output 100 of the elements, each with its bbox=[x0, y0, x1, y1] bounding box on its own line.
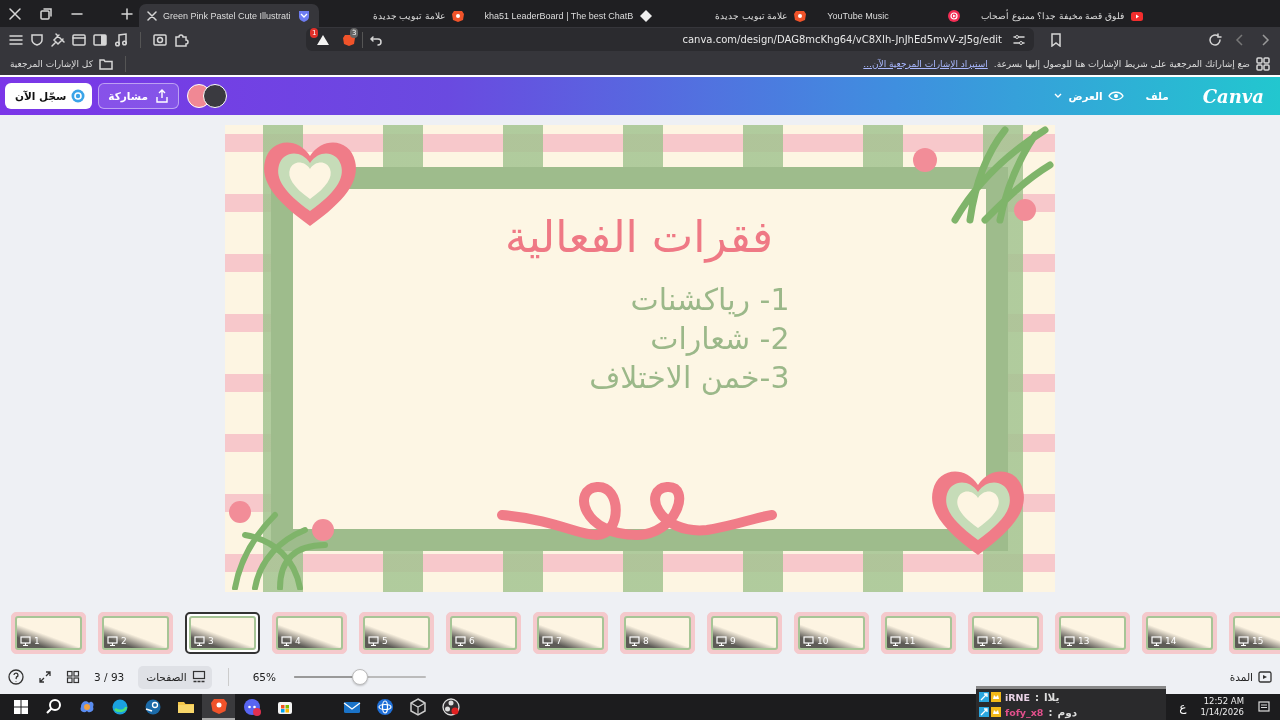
presentation-icon bbox=[1238, 636, 1249, 646]
share-button[interactable]: مشاركة bbox=[98, 83, 179, 109]
chat-username: iRNE bbox=[1005, 691, 1030, 703]
fullscreen-icon[interactable] bbox=[38, 670, 52, 684]
presentation-icon bbox=[455, 636, 466, 646]
folder-icon[interactable] bbox=[98, 57, 113, 70]
signup-button[interactable]: سجّل الآن bbox=[5, 83, 93, 109]
view-menu[interactable]: العرض bbox=[1045, 90, 1132, 102]
presentation-icon bbox=[1064, 636, 1075, 646]
presentation-icon bbox=[107, 636, 118, 646]
slide-list-item: 1- رياكشنات bbox=[630, 282, 790, 317]
reload-icon[interactable] bbox=[1208, 32, 1222, 47]
page-thumbnail[interactable]: 10 bbox=[794, 612, 869, 654]
page-number: 4 bbox=[295, 636, 301, 646]
apps-grid-icon[interactable] bbox=[1256, 56, 1270, 71]
page-number: 3 bbox=[208, 636, 214, 646]
page-number: 13 bbox=[1078, 636, 1090, 646]
page-number: 6 bbox=[469, 636, 475, 646]
page-thumbnail[interactable]: 12 bbox=[968, 612, 1043, 654]
shield-icon[interactable] bbox=[29, 31, 45, 48]
bookmark-icon[interactable] bbox=[1049, 32, 1063, 47]
atom-icon[interactable] bbox=[374, 697, 395, 717]
browser-tab[interactable]: kha51 LeaderBoard | The best ChatB bbox=[476, 4, 662, 27]
chat-separator: : bbox=[1048, 706, 1053, 718]
c-logo-icon bbox=[71, 89, 86, 103]
restore-icon[interactable] bbox=[39, 6, 53, 21]
address-bar[interactable]: canva.com/design/DAG8mcKhg64/vC8XIh-JnJhEd5mvV-zJ5g/edit bbox=[369, 28, 1034, 51]
page-number: 7 bbox=[556, 636, 562, 646]
chat-message: دوم bbox=[1057, 706, 1078, 718]
close-icon[interactable] bbox=[147, 10, 157, 21]
notification-icon[interactable] bbox=[1257, 700, 1271, 714]
music-note-icon[interactable] bbox=[113, 31, 129, 48]
new-tab-icon[interactable] bbox=[121, 7, 133, 20]
page-number: 10 bbox=[817, 636, 829, 646]
browser-tab[interactable]: YouTube Music bbox=[819, 4, 970, 27]
screenshot-icon[interactable] bbox=[152, 31, 168, 48]
page-thumbnail[interactable]: 1 bbox=[11, 612, 86, 654]
upload-icon bbox=[154, 89, 169, 103]
page-thumbnail[interactable]: 5 bbox=[359, 612, 434, 654]
duration-button[interactable]: المدة bbox=[1229, 671, 1272, 683]
bookmarks-folder-label[interactable]: كل الإشارات المرجعية bbox=[10, 58, 93, 69]
puzzle-icon[interactable] bbox=[173, 31, 189, 48]
record-icon[interactable] bbox=[440, 697, 461, 717]
page-thumbnail[interactable]: 7 bbox=[533, 612, 608, 654]
shield-icon bbox=[296, 8, 311, 23]
import-bookmarks-link[interactable]: استيراد الإشارات المرجعية الآن... bbox=[863, 58, 988, 69]
browser-tab[interactable]: علامة تبويب جديدة bbox=[665, 4, 816, 27]
zoom-level: 65% bbox=[252, 671, 276, 683]
page-thumbnail[interactable]: 6 bbox=[446, 612, 521, 654]
page-number: 15 bbox=[1252, 636, 1264, 646]
grid-view-icon[interactable] bbox=[66, 670, 80, 684]
page-thumbnail[interactable]: 9 bbox=[707, 612, 782, 654]
page-number: 12 bbox=[991, 636, 1003, 646]
presentation-icon bbox=[281, 636, 292, 646]
presentation-icon bbox=[368, 636, 379, 646]
page-number: 1 bbox=[34, 636, 40, 646]
page-number: 2 bbox=[121, 636, 127, 646]
presentation-icon bbox=[716, 636, 727, 646]
input-language[interactable]: ع bbox=[1179, 699, 1187, 715]
page-thumbnail[interactable]: 11 bbox=[881, 612, 956, 654]
page-number: 11 bbox=[904, 636, 916, 646]
page-thumbnail[interactable]: 4 bbox=[272, 612, 347, 654]
browser-tab[interactable]: فلوق قصة مخيفة جدا؟ ممنوع أصحاب bbox=[973, 4, 1152, 27]
chat-bubble-icon[interactable] bbox=[241, 697, 262, 717]
pages-button[interactable]: الصفحات bbox=[138, 665, 212, 689]
close-icon[interactable] bbox=[8, 6, 22, 21]
page-thumbnail[interactable]: 3 bbox=[185, 612, 260, 654]
page-thumbnail[interactable]: 8 bbox=[620, 612, 695, 654]
presentation-icon bbox=[1151, 636, 1162, 646]
browser-tab[interactable]: علامة تبويب جديدة bbox=[322, 4, 473, 27]
page-number: 14 bbox=[1165, 636, 1177, 646]
page-thumbnail[interactable]: 14 bbox=[1142, 612, 1217, 654]
presentation-icon bbox=[890, 636, 901, 646]
zoom-slider[interactable] bbox=[294, 669, 426, 685]
tune-icon[interactable] bbox=[1012, 32, 1026, 47]
chat-username: fofy_x8 bbox=[1005, 706, 1044, 718]
presentation-icon bbox=[542, 636, 553, 646]
chat-message: يلاا bbox=[1044, 691, 1060, 703]
play-box-icon bbox=[1258, 671, 1272, 683]
slider-thumb[interactable] bbox=[352, 669, 368, 685]
page-thumbnail[interactable]: 2 bbox=[98, 612, 173, 654]
clock[interactable]: 12:52 AM 1/14/2026 bbox=[1200, 696, 1244, 718]
avatar[interactable] bbox=[202, 84, 227, 108]
presentation-icon bbox=[20, 636, 31, 646]
cube-icon[interactable] bbox=[407, 697, 428, 717]
presentation-icon bbox=[629, 636, 640, 646]
help-icon[interactable] bbox=[8, 669, 24, 685]
page-number: 5 bbox=[382, 636, 388, 646]
browser-tab[interactable]: Green Pink Pastel Cute Illustrati bbox=[139, 4, 319, 27]
slide-list-item: 2- شعارات bbox=[650, 321, 790, 356]
page-thumbnail[interactable]: 15 bbox=[1229, 612, 1280, 654]
page-counter: 3 / 93 bbox=[94, 671, 125, 683]
diamond-icon bbox=[639, 8, 654, 23]
window-icon[interactable] bbox=[71, 31, 87, 48]
file-menu[interactable]: ملف bbox=[1137, 90, 1177, 102]
sidebar-icon[interactable] bbox=[92, 31, 108, 48]
canva-logo[interactable]: Canva bbox=[1202, 85, 1264, 107]
bookmarks-hint: ضع إشاراتك المرجعية على شريط الإشارات هنا للوصول إليها بسرعة. bbox=[993, 58, 1250, 69]
page-thumbnail[interactable]: 13 bbox=[1055, 612, 1130, 654]
page-number: 8 bbox=[643, 636, 649, 646]
